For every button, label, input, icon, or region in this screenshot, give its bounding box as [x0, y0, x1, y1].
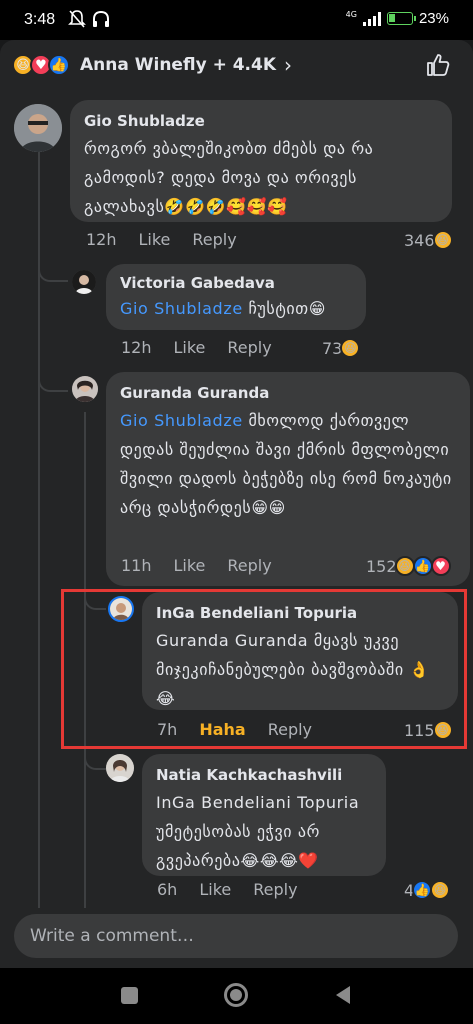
like-button[interactable]: Like — [174, 556, 206, 575]
comment-bubble[interactable]: Gio Shubladze როგორ ვბალეშიკობთ ძმებს და… — [70, 100, 452, 222]
comment-input[interactable]: Write a comment… — [14, 914, 458, 958]
battery-percent: 23% — [418, 10, 449, 27]
like-button[interactable]: Like — [174, 338, 206, 357]
avatar[interactable] — [106, 754, 134, 782]
comment-actions: 11h Like Reply — [121, 556, 272, 575]
haha-reaction-icon: 😆 — [340, 338, 361, 358]
like-reaction-icon: 👍 — [412, 880, 433, 900]
comment-body: ჩუსტით😁 — [242, 299, 326, 318]
comment-actions: 12h Like Reply — [86, 230, 237, 249]
avatar[interactable] — [14, 104, 62, 152]
reactions-header[interactable]: 😆 ♥ 👍 Anna Winefly + 4.4K › — [0, 40, 473, 90]
reaction-count[interactable]: 152 😆 👍 ♥ — [366, 556, 451, 576]
comment-author[interactable]: Natia Kachkachashvili — [156, 766, 372, 784]
mention-link[interactable]: Gio Shubladze — [120, 299, 243, 318]
reply-button[interactable]: Reply — [192, 230, 236, 249]
reply-button[interactable]: Reply — [253, 880, 297, 899]
highlight-box — [61, 589, 467, 749]
comment-composer: Write a comment… — [0, 908, 473, 968]
thread-branch — [38, 350, 68, 392]
reaction-count[interactable]: 346 😆 — [404, 230, 453, 250]
avatar[interactable] — [72, 376, 98, 402]
haha-reaction-icon: 😆 — [432, 230, 453, 250]
system-nav-bar — [0, 968, 473, 1024]
status-bar: 3:48 4G 23% — [0, 0, 473, 40]
like-reaction-icon: 👍 — [412, 556, 433, 576]
profile-photo-icon — [72, 270, 96, 294]
profile-photo-icon — [72, 376, 98, 402]
reply-button[interactable]: Reply — [227, 338, 271, 357]
network-type: 4G — [345, 9, 357, 19]
comment-text: როგორ ვბალეშიკობთ ძმებს და რა გამოდის? დ… — [84, 139, 374, 216]
reaction-icons: 😆 ♥ 👍 — [12, 54, 70, 76]
notifications-off-icon — [68, 10, 86, 28]
status-time: 3:48 — [24, 11, 56, 28]
comment-text: Gio Shubladze ჩუსტით😁 — [120, 294, 352, 323]
back-icon[interactable] — [336, 986, 350, 1004]
reaction-count-value: 152 — [366, 556, 397, 576]
reaction-count-value: 73 — [322, 338, 343, 358]
comment-time: 12h — [86, 230, 117, 249]
like-icon[interactable] — [425, 52, 451, 78]
like-reaction-icon: 👍 — [48, 54, 70, 76]
comment-bubble[interactable]: Guranda Guranda Gio Shubladze მხოლოდ ქარ… — [106, 372, 470, 586]
reaction-count-value: 346 — [404, 230, 435, 250]
reaction-count[interactable]: 4 👍 😆 — [404, 880, 451, 900]
comment-time: 12h — [121, 338, 152, 357]
signal-icon — [362, 11, 381, 26]
comment-actions: 12h Like Reply — [121, 338, 272, 357]
like-button[interactable]: Like — [139, 230, 171, 249]
comment-text: InGa Bendeliani Topuria უმეტესობას ეჭვი … — [156, 793, 360, 870]
comment-actions: 6h Like Reply — [157, 880, 298, 899]
home-icon[interactable] — [224, 983, 248, 1007]
comment-time: 11h — [121, 556, 152, 575]
mention-link[interactable]: Gio Shubladze — [120, 411, 243, 430]
like-button[interactable]: Like — [199, 880, 231, 899]
comment-author[interactable]: Guranda Guranda — [120, 384, 456, 402]
battery-icon — [386, 12, 416, 25]
thread-branch — [38, 240, 68, 282]
comment-bubble[interactable]: Victoria Gabedava Gio Shubladze ჩუსტით😁 — [106, 264, 366, 330]
recents-icon[interactable] — [121, 987, 138, 1004]
reactor-names[interactable]: Anna Winefly + 4.4K — [80, 55, 276, 75]
chevron-right-icon[interactable]: › — [284, 53, 292, 77]
avatar[interactable] — [72, 270, 96, 294]
comment-text: Gio Shubladze მხოლოდ ქართველ დედას შეუძლ… — [120, 406, 456, 522]
headphones-icon — [93, 10, 109, 27]
comment-author[interactable]: Victoria Gabedava — [120, 274, 352, 292]
love-reaction-icon: ♥ — [430, 556, 451, 576]
reaction-count[interactable]: 73 😆 — [322, 338, 361, 358]
comment-bubble[interactable]: Natia Kachkachashvili InGa Bendeliani To… — [142, 754, 386, 876]
profile-photo-icon — [106, 754, 134, 782]
reply-button[interactable]: Reply — [227, 556, 271, 575]
comment-time: 6h — [157, 880, 178, 899]
comment-author[interactable]: Gio Shubladze — [84, 112, 438, 130]
profile-photo-icon — [14, 104, 62, 152]
haha-reaction-icon: 😆 — [394, 556, 415, 576]
haha-reaction-icon: 😆 — [430, 880, 451, 900]
comments-sheet: 😆 ♥ 👍 Anna Winefly + 4.4K › Gio Shubladz… — [0, 40, 473, 968]
